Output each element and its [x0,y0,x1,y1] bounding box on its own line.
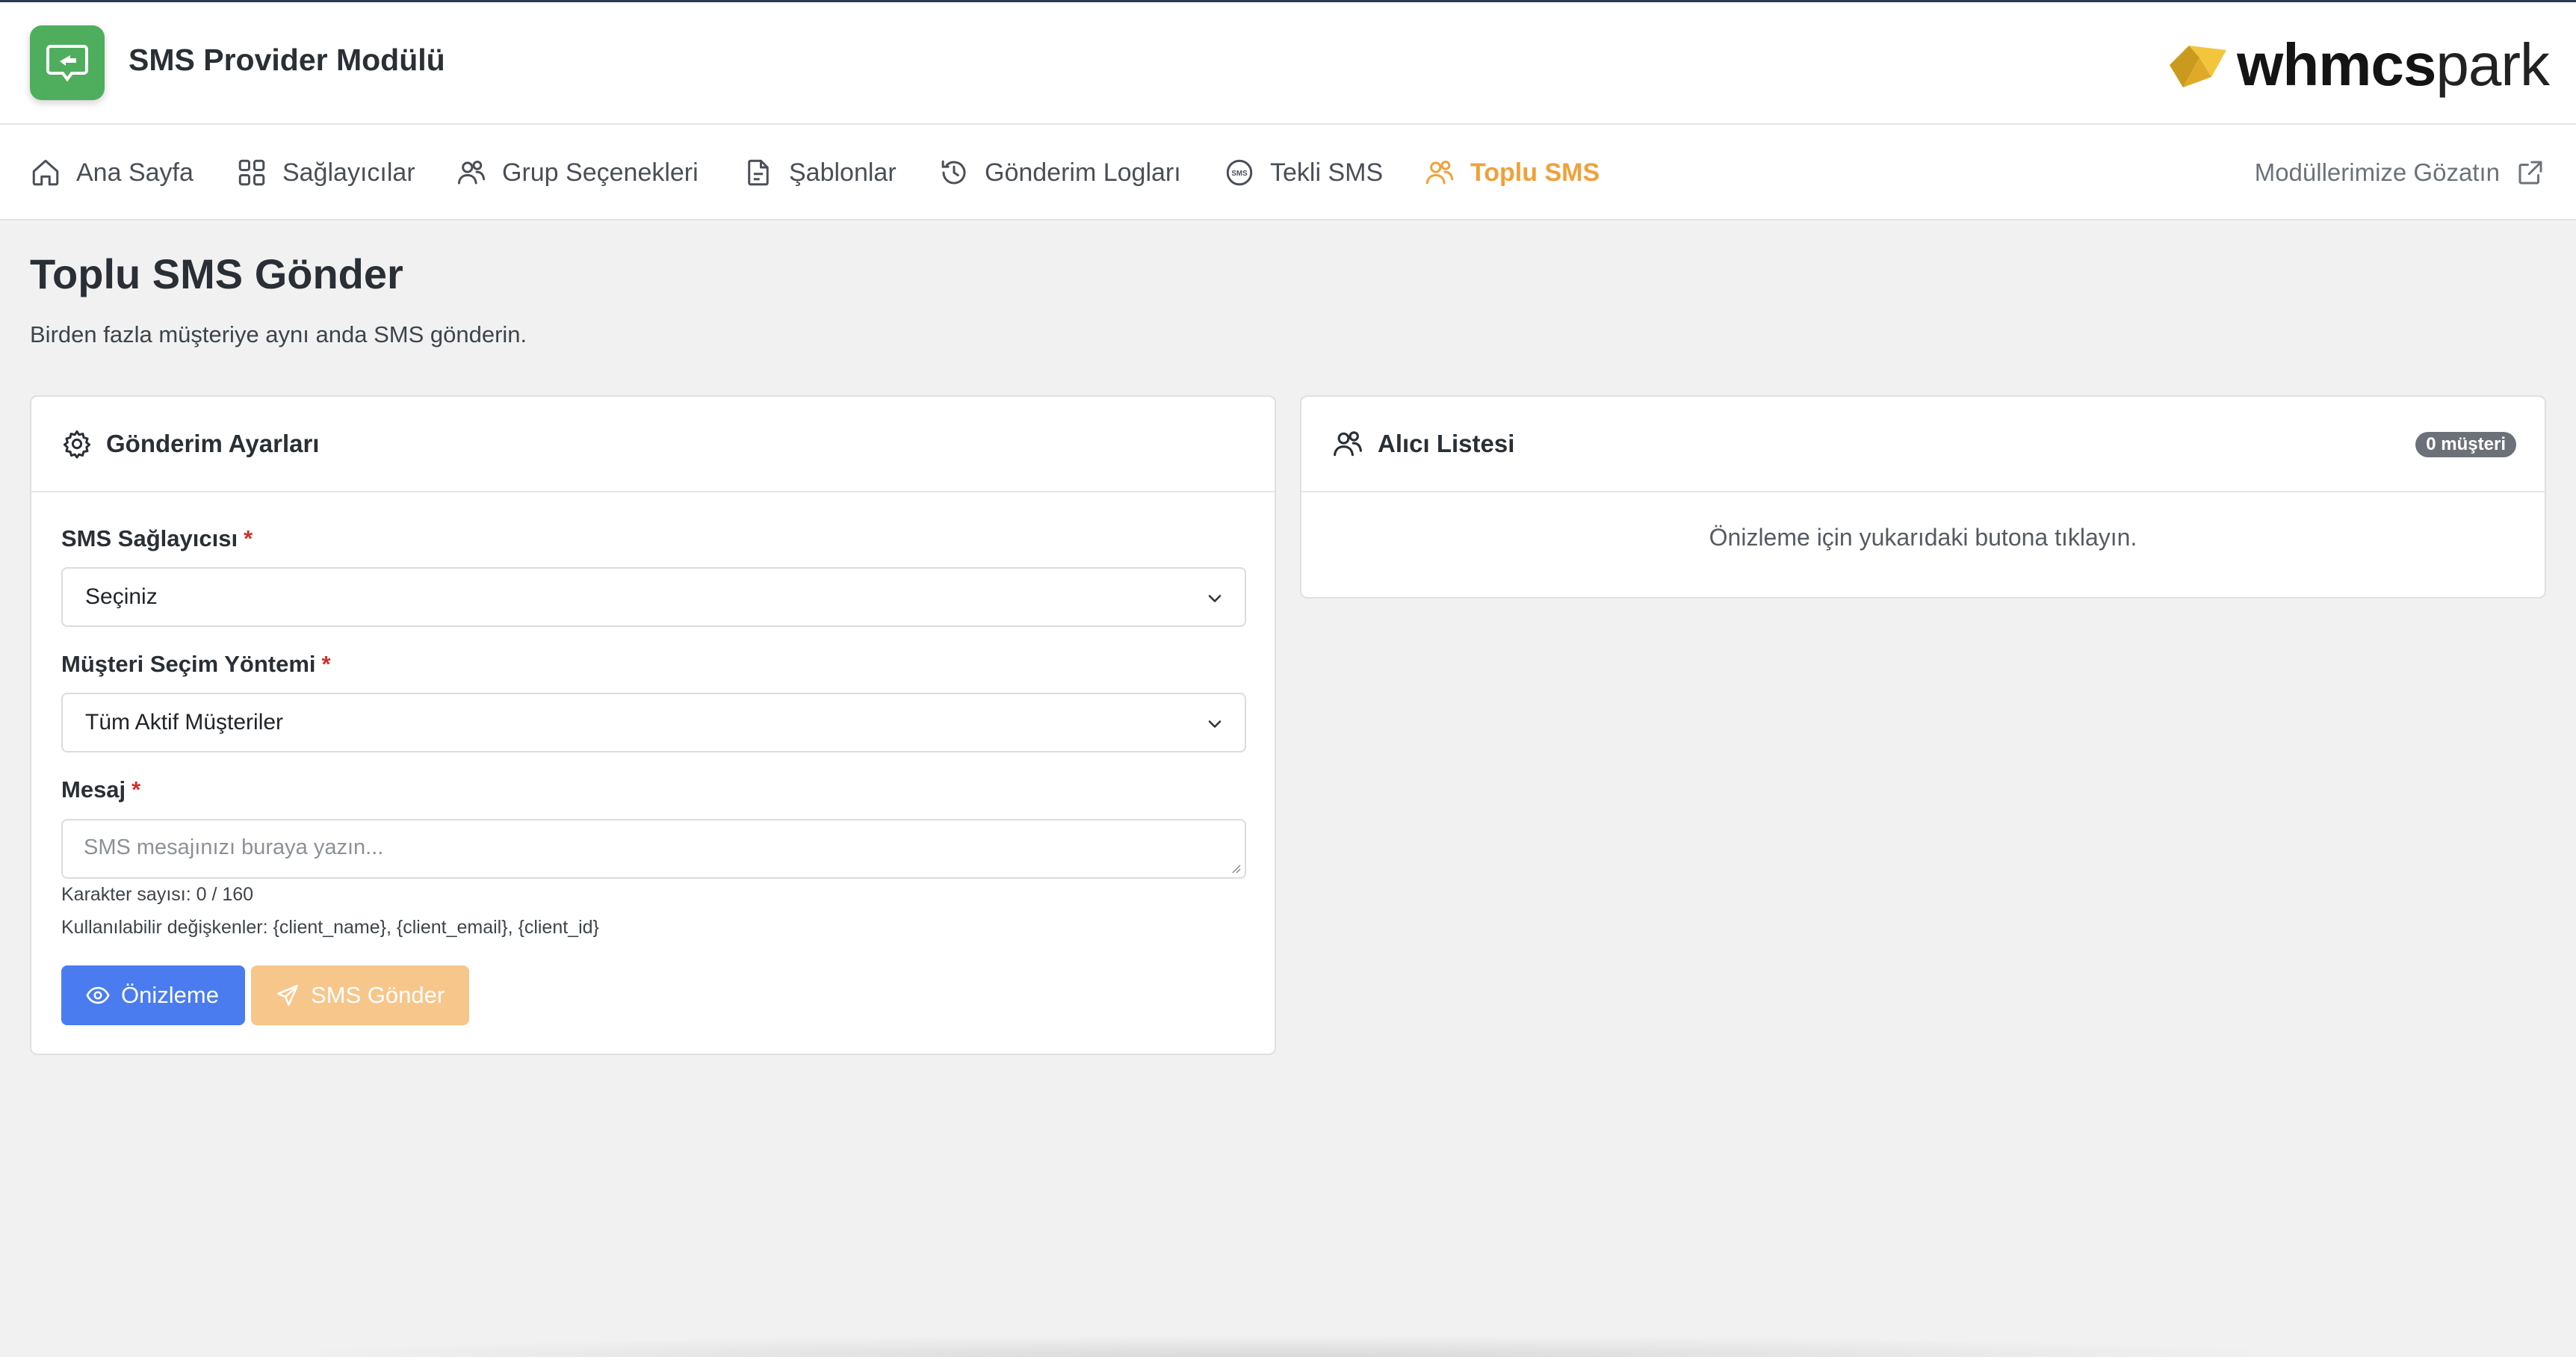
card-title: Alıcı Listesi [1378,430,1515,457]
provider-label: SMS Sağlayıcısı * [61,525,253,551]
brand-logo: whmcspark [2167,29,2550,101]
grid-icon [238,159,265,186]
message-label: Mesaj * [61,776,141,803]
message-textarea[interactable]: SMS mesajınızı buraya yazın... [61,819,1246,879]
provider-select-value: Seçiniz [85,584,158,609]
window-bottom-shadow [239,1335,2331,1357]
external-link-icon [2518,161,2542,185]
empty-state-text: Önizleme için yukarıdaki butona tıklayın… [1709,524,2137,551]
eye-icon [86,986,110,1004]
users-icon [1425,160,1454,185]
nav-item-toplu-sms[interactable]: Toplu SMS [1424,125,1600,220]
nav-item-grup-secenekleri[interactable]: Grup Seçenekleri [456,125,699,220]
required-marker: * [321,651,331,677]
char-count: Karakter sayısı: 0 / 160 [61,884,254,905]
brand-text-light: park [2436,31,2550,98]
provider-select[interactable]: Seçiniz [61,567,1246,627]
message-placeholder: SMS mesajınızı buraya yazın... [84,835,384,859]
history-icon [941,160,966,185]
chevron-down-icon [1208,595,1222,602]
svg-text:SMS: SMS [1231,170,1248,178]
send-icon [276,984,299,1007]
preview-button[interactable]: Önizleme [61,965,245,1025]
nav-item-label: Grup Seçenekleri [502,158,699,187]
nav-item-label: Toplu SMS [1470,158,1600,187]
gear-icon [63,430,91,459]
app-header: SMS Provider Modülü whmcspark [0,2,2576,125]
nav-item-label: Ana Sayfa [76,158,193,187]
home-icon [32,159,59,186]
nav-item-label: Sağlayıcılar [282,158,415,187]
whmcspark-mark-icon [2170,46,2227,87]
chevron-down-icon [1208,720,1222,728]
external-link-label: Modüllerimize Gözatın [2254,158,2500,186]
variables-hint: Kullanılabilir değişkenler: {client_name… [61,917,599,938]
resize-grip-icon[interactable] [1228,861,1242,874]
recipient-count-badge: 0 müşteri [2415,432,2516,457]
page-title: Toplu SMS Gönder [30,250,403,297]
file-icon [748,159,769,186]
send-button-label: SMS Gönder [311,982,445,1008]
nav-item-label: Gönderim Logları [985,158,1181,187]
required-marker: * [244,525,253,551]
card-title: Gönderim Ayarları [106,430,320,457]
send-sms-button[interactable]: SMS Gönder [251,965,469,1025]
nav-item-saglayicilar[interactable]: Sağlayıcılar [236,125,415,220]
brand-text-bold: whmcs [2237,31,2436,98]
preview-button-label: Önizleme [121,982,219,1008]
card-header: Gönderim Ayarları [31,397,1275,492]
sms-transfer-icon [46,45,88,82]
sms-icon: SMS [1226,159,1253,186]
nav-item-label: Şablonlar [789,158,897,187]
users-icon [457,160,486,185]
main-nav: Ana Sayfa Sağlayıcılar Grup Seçenekleri … [0,125,2576,220]
recipient-list-card: Alıcı Listesi 0 müşteri Önizleme için yu… [1300,395,2546,599]
app-logo [30,25,105,100]
nav-item-gonderim-loglari[interactable]: Gönderim Logları [938,125,1181,220]
modules-external-link[interactable]: Modüllerimize Gözatın [2255,125,2546,220]
selection-method-select[interactable]: Tüm Aktif Müşteriler [61,693,1246,752]
selection-method-value: Tüm Aktif Müşteriler [85,710,284,735]
sending-settings-card: Gönderim Ayarları SMS Sağlayıcısı * Seçin… [30,395,1276,1055]
selection-method-label: Müşteri Seçim Yöntemi * [61,651,331,677]
page-subtitle: Birden fazla müşteriye aynı anda SMS gön… [30,321,527,347]
users-icon [1334,431,1362,457]
nav-item-tekli-sms[interactable]: SMS Tekli SMS [1224,125,1383,220]
card-header: Alıcı Listesi [1301,397,2545,492]
required-marker: * [131,776,141,803]
app-title: SMS Provider Modülü [129,43,445,77]
nav-item-label: Tekli SMS [1270,158,1384,187]
nav-item-sablonlar[interactable]: Şablonlar [743,125,897,220]
nav-item-ana-sayfa[interactable]: Ana Sayfa [30,125,193,220]
